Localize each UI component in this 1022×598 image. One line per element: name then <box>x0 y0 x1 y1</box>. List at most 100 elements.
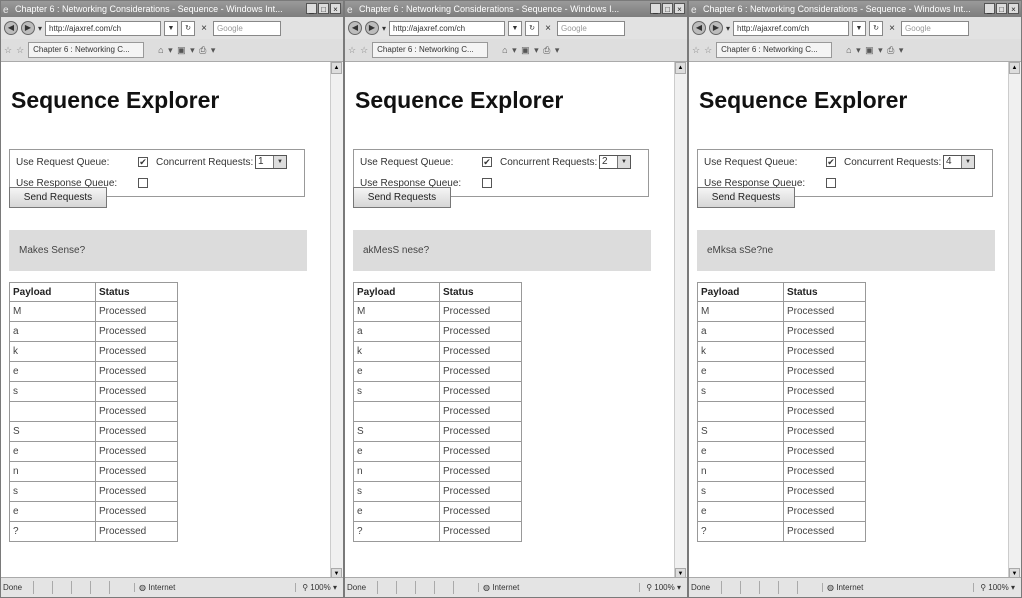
status-cell: Processed <box>439 401 522 422</box>
table-row: a Processed <box>697 321 866 342</box>
close-icon[interactable]: × <box>674 3 685 14</box>
status-cell: Processed <box>783 521 866 542</box>
minimize-icon[interactable]: _ <box>650 3 661 14</box>
concurrent-requests-select[interactable]: 2 ▼ <box>599 155 631 169</box>
zoom-icon: ⚲ <box>646 583 653 592</box>
refresh-icon[interactable]: ↻ <box>181 20 196 36</box>
address-dropdown-icon[interactable]: ▼ <box>508 20 523 36</box>
send-requests-button[interactable]: Send Requests <box>9 187 107 208</box>
use-response-queue-checkbox[interactable] <box>138 178 148 188</box>
command-bar-icons[interactable]: ⌂ ▾ ▣ ▾ ⎙ ▾ <box>158 45 216 56</box>
back-arrow-icon[interactable]: ◀ <box>348 21 362 35</box>
forward-arrow-icon[interactable]: ▶ <box>709 21 723 35</box>
minimize-icon[interactable]: _ <box>984 3 995 14</box>
add-favorites-icon[interactable]: ☆ <box>16 45 24 56</box>
search-input[interactable]: Google <box>901 20 970 36</box>
status-cell <box>415 581 434 594</box>
favorites-star-icon[interactable]: ☆ <box>348 45 356 56</box>
favorites-star-icon[interactable]: ☆ <box>4 45 12 56</box>
concurrent-requests-select[interactable]: 1 ▼ <box>255 155 287 169</box>
scroll-up-icon[interactable]: ▲ <box>331 62 342 74</box>
security-zone: ◍ Internet <box>478 583 553 592</box>
payload-cell: n <box>697 461 784 482</box>
maximize-icon[interactable]: □ <box>318 3 329 14</box>
maximize-icon[interactable]: □ <box>996 3 1007 14</box>
zoom-value: 100% <box>310 583 331 592</box>
command-bar-icons[interactable]: ⌂ ▾ ▣ ▾ ⎙ ▾ <box>846 45 904 56</box>
minimize-icon[interactable]: _ <box>306 3 317 14</box>
send-requests-button[interactable]: Send Requests <box>353 187 451 208</box>
browser-window-1: e Chapter 6 : Networking Considerations … <box>0 0 344 598</box>
select-arrow-icon[interactable]: ▼ <box>617 156 630 168</box>
address-input[interactable]: http://ajaxref.com/ch <box>389 20 506 36</box>
payload-cell: k <box>9 341 96 362</box>
maximize-icon[interactable]: □ <box>662 3 673 14</box>
history-dropdown-icon[interactable]: ▾ <box>726 24 730 33</box>
payload-cell: S <box>9 421 96 442</box>
refresh-icon[interactable]: ↻ <box>525 20 540 36</box>
vertical-scrollbar[interactable]: ▲ ▼ <box>1008 62 1021 580</box>
concurrent-requests-select[interactable]: 4 ▼ <box>943 155 975 169</box>
history-dropdown-icon[interactable]: ▾ <box>38 24 42 33</box>
tab-chapter-6[interactable]: Chapter 6 : Networking C... <box>28 42 145 58</box>
address-input[interactable]: http://ajaxref.com/ch <box>45 20 162 36</box>
payload-cell: e <box>353 361 440 382</box>
select-arrow-icon[interactable]: ▼ <box>961 156 974 168</box>
select-arrow-icon[interactable]: ▼ <box>273 156 286 168</box>
vertical-scrollbar[interactable]: ▲ ▼ <box>330 62 343 580</box>
forward-arrow-icon[interactable]: ▶ <box>365 21 379 35</box>
command-bar-icons[interactable]: ⌂ ▾ ▣ ▾ ⎙ ▾ <box>502 45 560 56</box>
favorites-star-icon[interactable]: ☆ <box>692 45 700 56</box>
stop-icon[interactable]: × <box>542 23 554 34</box>
payload-cell: n <box>353 461 440 482</box>
add-favorites-icon[interactable]: ☆ <box>704 45 712 56</box>
refresh-icon[interactable]: ↻ <box>869 20 884 36</box>
table-row: e Processed <box>697 361 866 382</box>
title-bar[interactable]: e Chapter 6 : Networking Considerations … <box>1 1 343 17</box>
stop-icon[interactable]: × <box>886 23 898 34</box>
use-request-queue-checkbox[interactable]: ✔ <box>138 157 148 167</box>
page-title: Sequence Explorer <box>355 87 564 113</box>
browser-window-3: e Chapter 6 : Networking Considerations … <box>688 0 1022 598</box>
use-request-queue-checkbox[interactable]: ✔ <box>482 157 492 167</box>
table-row: e Processed <box>9 361 178 382</box>
use-request-queue-checkbox[interactable]: ✔ <box>826 157 836 167</box>
results-table: Payload Status M Processed a Processed k Proc… <box>9 282 178 542</box>
close-icon[interactable]: × <box>330 3 341 14</box>
history-dropdown-icon[interactable]: ▾ <box>382 24 386 33</box>
status-cell: Processed <box>95 321 178 342</box>
title-bar[interactable]: e Chapter 6 : Networking Considerations … <box>689 1 1021 17</box>
address-input[interactable]: http://ajaxref.com/ch <box>733 20 850 36</box>
close-icon[interactable]: × <box>1008 3 1019 14</box>
status-cell <box>797 581 816 594</box>
status-cell: Processed <box>439 381 522 402</box>
address-dropdown-icon[interactable]: ▼ <box>164 20 179 36</box>
back-arrow-icon[interactable]: ◀ <box>4 21 18 35</box>
use-response-queue-checkbox[interactable] <box>482 178 492 188</box>
zone-label: Internet <box>836 583 864 592</box>
scroll-up-icon[interactable]: ▲ <box>1009 62 1020 74</box>
title-bar[interactable]: e Chapter 6 : Networking Considerations … <box>345 1 687 17</box>
use-response-queue-checkbox[interactable] <box>826 178 836 188</box>
table-row: S Processed <box>9 421 178 442</box>
concurrent-requests-label: Concurrent Requests: <box>156 157 254 168</box>
tab-chapter-6[interactable]: Chapter 6 : Networking C... <box>372 42 489 58</box>
scroll-up-icon[interactable]: ▲ <box>675 62 686 74</box>
zoom-level[interactable]: ⚲ 100% ▾ <box>639 583 687 592</box>
address-dropdown-icon[interactable]: ▼ <box>852 20 867 36</box>
zoom-level[interactable]: ⚲ 100% ▾ <box>295 583 343 592</box>
status-cell: Processed <box>783 341 866 362</box>
add-favorites-icon[interactable]: ☆ <box>360 45 368 56</box>
forward-arrow-icon[interactable]: ▶ <box>21 21 35 35</box>
tab-chapter-6[interactable]: Chapter 6 : Networking C... <box>716 42 833 58</box>
back-arrow-icon[interactable]: ◀ <box>692 21 706 35</box>
search-input[interactable]: Google <box>557 20 626 36</box>
table-row: n Processed <box>353 461 522 482</box>
zoom-level[interactable]: ⚲ 100% ▾ <box>973 583 1021 592</box>
send-requests-button[interactable]: Send Requests <box>697 187 795 208</box>
payload-cell: S <box>353 421 440 442</box>
search-input[interactable]: Google <box>213 20 282 36</box>
status-cell: Processed <box>439 481 522 502</box>
stop-icon[interactable]: × <box>198 23 210 34</box>
vertical-scrollbar[interactable]: ▲ ▼ <box>674 62 687 580</box>
